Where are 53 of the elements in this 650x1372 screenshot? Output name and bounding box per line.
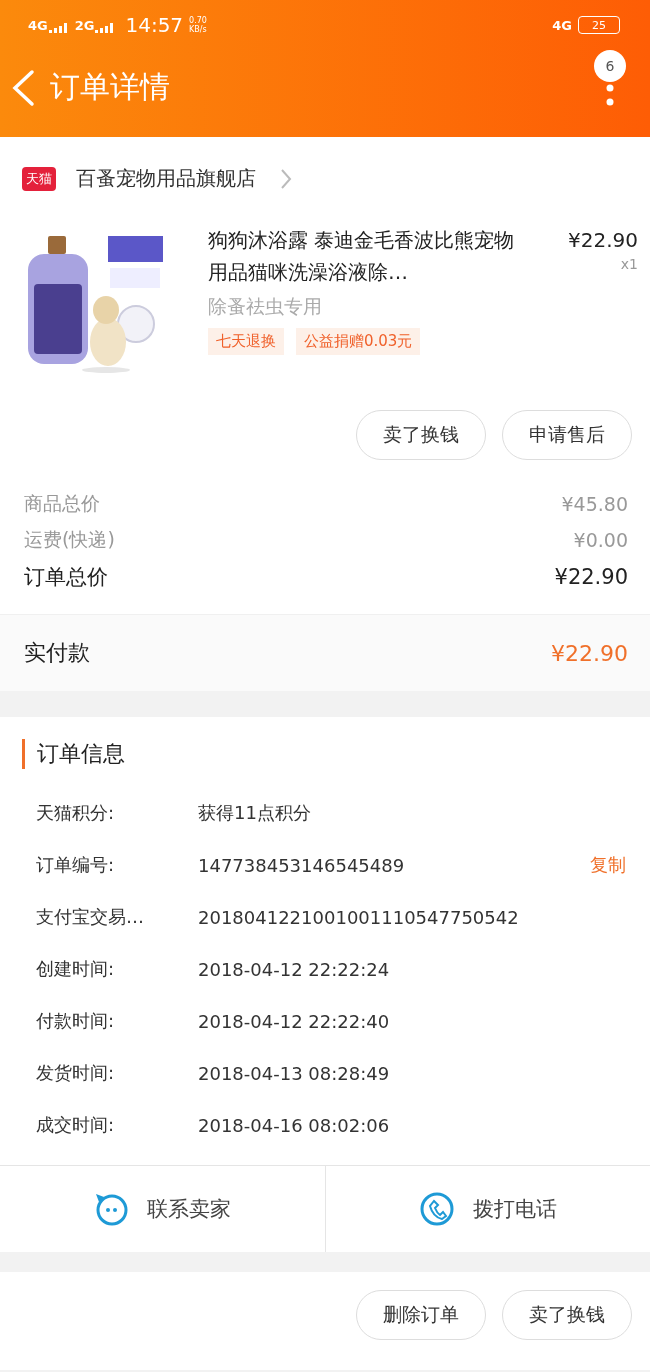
store-link[interactable]: 天猫 百蚤宠物用品旗舰店 [0,137,650,214]
back-icon [10,68,36,107]
action-button[interactable]: 申请售后 [502,410,632,460]
info-label: 订单编号: [36,853,116,877]
info-value: 2018-04-12 22:22:40 [198,1010,391,1032]
speed-unit: KB/s [189,25,207,34]
price-label: 实付款 [24,639,90,667]
info-value: 2018-04-12 22:22:24 [198,958,391,980]
signal-icon [48,22,69,33]
product-spec: 除蚤祛虫专用 [208,294,323,319]
info-label: 成交时间: [36,1113,116,1137]
action-button[interactable]: 卖了换钱 [356,410,486,460]
price-label: 订单总价 [24,564,108,591]
network-type: 4G [28,17,48,33]
price-value: ¥0.00 [573,529,628,551]
info-value: 获得11点积分 [198,801,312,825]
clock: 14:57 [125,13,184,37]
chat-icon [93,1191,130,1227]
section-title: 订单信息 [22,739,626,769]
info-value: 2018-04-13 08:28:49 [198,1062,391,1084]
signal-icon [95,22,116,33]
info-label: 创建时间: [36,957,116,981]
info-label: 天猫积分: [36,801,116,825]
notification-badge: 6 [594,49,626,82]
page-title: 订单详情 [50,68,171,106]
info-label: 发货时间: [36,1061,116,1085]
product-title[interactable]: 狗狗沐浴露 泰迪金毛香波比熊宠物用品猫咪洗澡浴液除… [208,224,528,288]
network-speed: 0.70 [189,16,207,25]
price-value: ¥45.80 [561,493,628,515]
info-label: 付款时间: [36,1009,116,1033]
action-button[interactable]: 删除订单 [356,1290,486,1340]
action-button[interactable]: 卖了换钱 [502,1290,632,1340]
service-tag: 七天退换 [208,328,284,355]
service-tag: 公益捐赠0.03元 [296,328,421,355]
info-value: 147738453146545489 [198,854,406,876]
chevron-icon [280,167,292,190]
info-value: 2018-04-16 08:02:06 [198,1114,391,1136]
battery-level: 25 [592,18,606,32]
store-badge: 天猫 [22,166,56,191]
network-type: 4G [552,17,572,33]
product-price: ¥22.90 [568,227,638,254]
network-type: 2G [74,17,95,33]
price-value: ¥22.90 [551,640,628,666]
store-name: 百蚤宠物用品旗舰店 [76,165,256,192]
phone-icon [418,1191,455,1227]
product-quantity: x1 [620,256,638,272]
price-label: 运费(快递) [24,527,115,552]
back-button[interactable] [10,68,36,107]
info-label: 支付宝交易… [36,905,145,929]
price-label: 商品总价 [24,491,100,516]
more-icon[interactable] [606,83,614,108]
price-value: ¥22.90 [554,565,628,589]
info-value: 2018041221001001110547750542 [198,906,520,928]
